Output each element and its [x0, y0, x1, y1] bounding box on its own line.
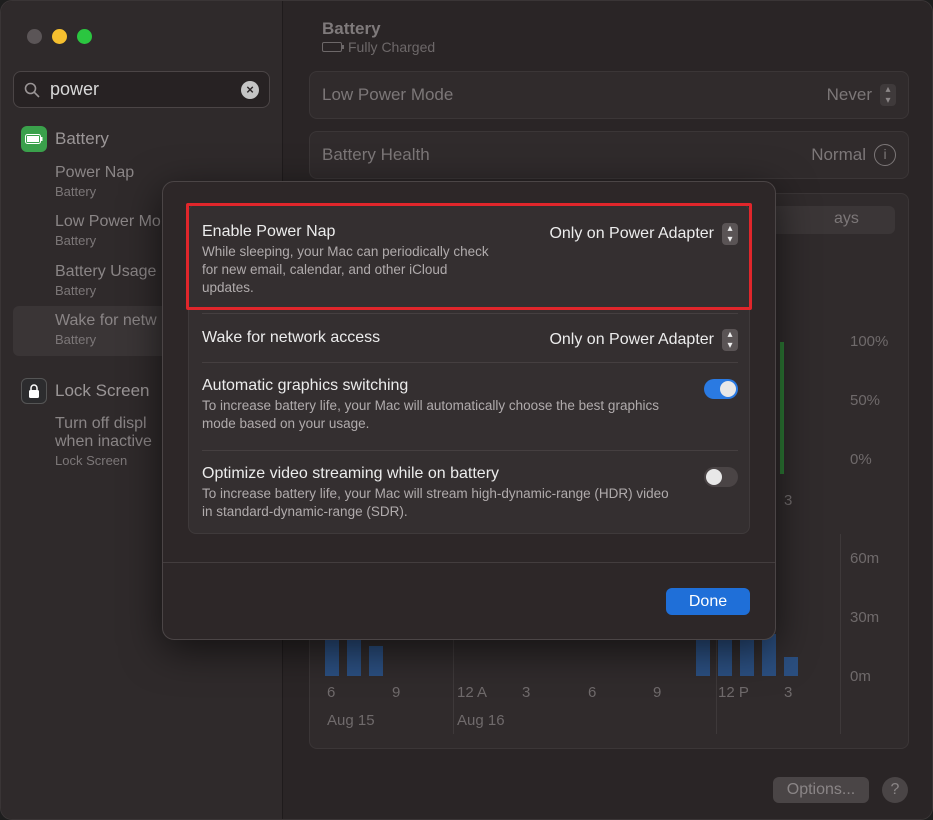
divider: [202, 450, 738, 451]
annotation-highlight-box: [186, 203, 752, 310]
wake-network-value: Only on Power Adapter: [549, 331, 714, 348]
wake-network-row: Wake for network access Only on Power Ad…: [202, 329, 738, 351]
power-options-sheet: Enable Power Nap While sleeping, your Ma…: [162, 181, 776, 640]
toggle-knob: [706, 469, 722, 485]
video-streaming-row: Optimize video streaming while on batter…: [202, 465, 738, 521]
graphics-switching-row: Automatic graphics switching To increase…: [202, 377, 738, 433]
divider: [202, 313, 738, 314]
system-settings-window: power × Battery Power Nap Battery Low Po…: [0, 0, 933, 820]
done-button[interactable]: Done: [666, 588, 750, 615]
toggle-knob: [720, 381, 736, 397]
graphics-switching-toggle[interactable]: [704, 379, 738, 399]
divider: [202, 362, 738, 363]
popup-stepper-icon: ▴ ▾: [722, 329, 738, 351]
video-streaming-title: Optimize video streaming while on batter…: [202, 465, 500, 482]
video-streaming-description: To increase battery life, your Mac will …: [202, 486, 669, 519]
graphics-switching-description: To increase battery life, your Mac will …: [202, 398, 659, 431]
graphics-switching-title: Automatic graphics switching: [202, 377, 409, 394]
video-streaming-toggle[interactable]: [704, 467, 738, 487]
footer-divider: [163, 562, 775, 563]
wake-network-popup[interactable]: Only on Power Adapter ▴ ▾: [549, 329, 738, 351]
